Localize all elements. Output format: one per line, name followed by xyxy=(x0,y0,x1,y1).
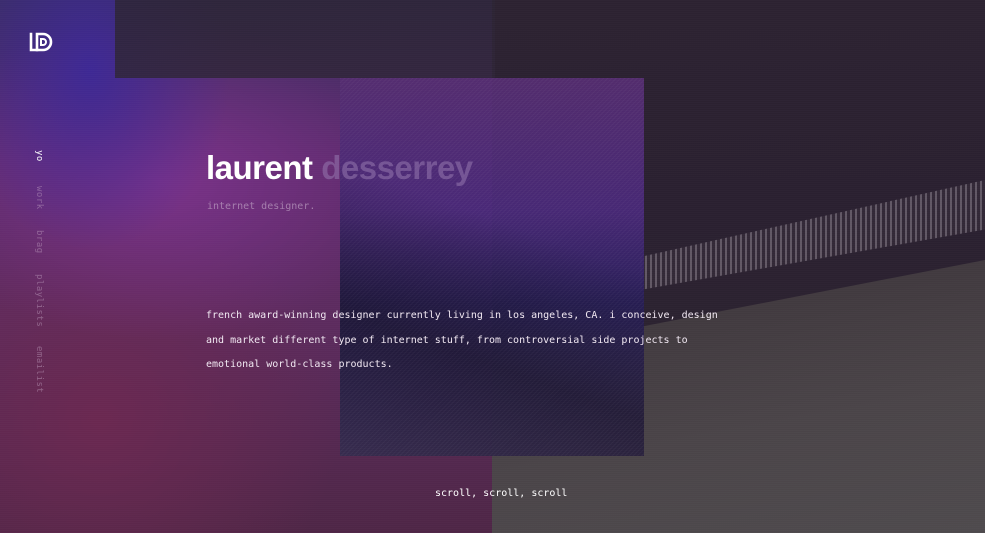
hero-photo-card xyxy=(340,78,644,456)
nav-item-playlists[interactable]: playlists xyxy=(30,274,52,327)
background-top-strip xyxy=(115,0,495,78)
tagline: internet designer. xyxy=(207,201,316,212)
first-name: laurent xyxy=(206,149,313,186)
nav-item-label: brag xyxy=(34,230,44,254)
side-nav: yo work brag playlists emailist xyxy=(30,150,52,400)
landing-page: yo work brag playlists emailist laurent … xyxy=(0,0,985,533)
nav-item-work[interactable]: work xyxy=(30,186,52,210)
nav-item-label: yo xyxy=(34,150,44,162)
photo-shadow xyxy=(340,78,644,456)
scroll-hint-link[interactable]: scroll, scroll, scroll xyxy=(435,488,567,499)
page-title: laurent desserrey xyxy=(206,149,473,187)
nav-item-brag[interactable]: brag xyxy=(30,230,52,254)
bio-paragraph: french award-winning designer currently … xyxy=(206,310,718,370)
last-name: desserrey xyxy=(321,149,473,186)
nav-item-emailist[interactable]: emailist xyxy=(30,346,52,393)
nav-item-label: emailist xyxy=(34,346,44,394)
nav-item-label: work xyxy=(34,186,44,210)
ld-monogram-icon[interactable] xyxy=(29,32,55,52)
nav-item-label: playlists xyxy=(34,274,44,328)
nav-item-yo[interactable]: yo xyxy=(30,150,52,162)
